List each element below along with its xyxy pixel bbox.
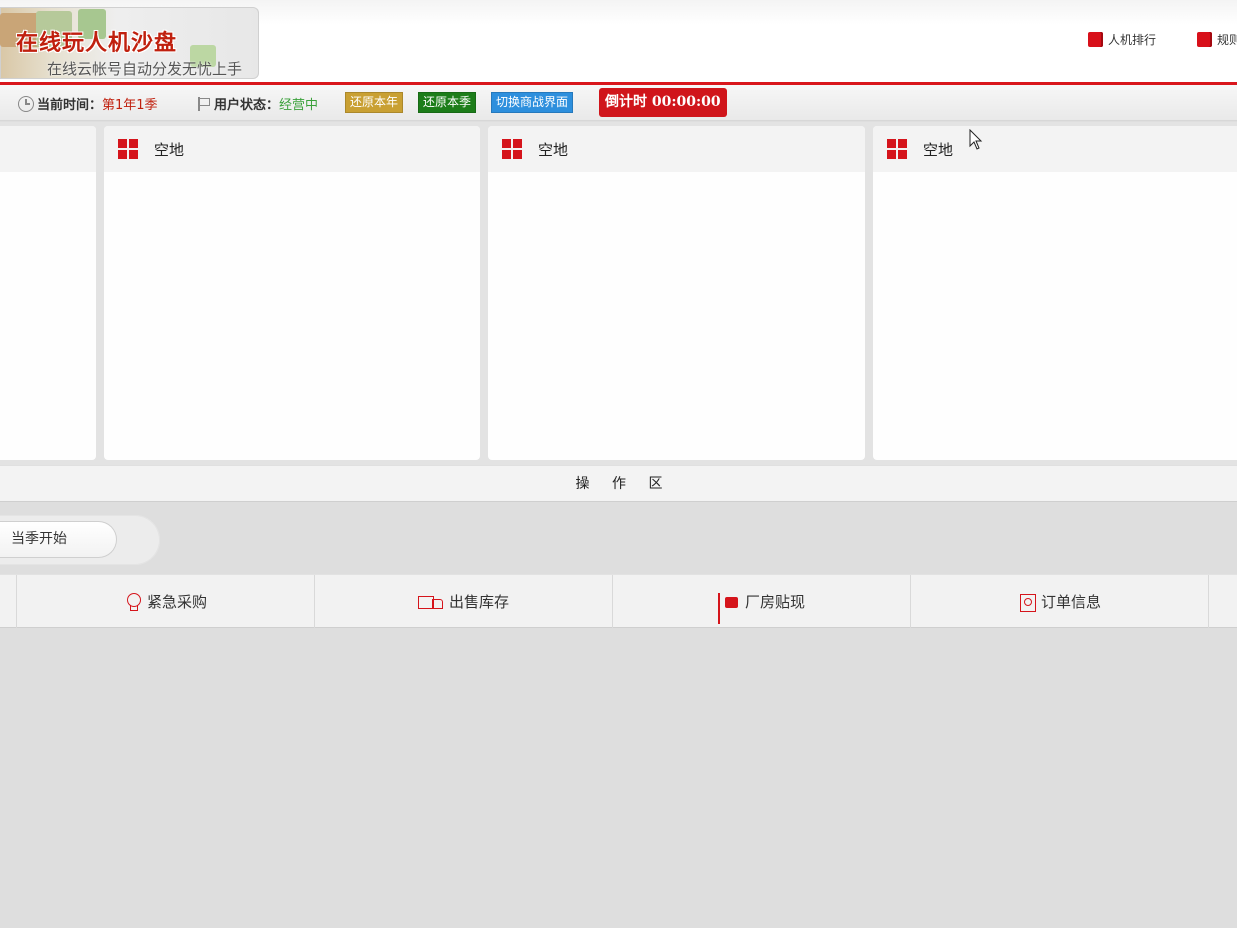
actions-bar: 紧急采购 出售库存 厂房贴现 订单信息	[0, 574, 1237, 628]
emergency-purchase-label: 紧急采购	[146, 593, 207, 611]
operation-area-title: 操 作 区	[0, 465, 1237, 502]
land-card[interactable]	[0, 126, 96, 460]
current-time-label: 当前时间：	[37, 98, 103, 113]
logo-subtitle: 在线云帐号自动分发无忧上手	[47, 60, 243, 78]
current-time-value: 第1年1季	[102, 98, 158, 113]
grid-icon	[887, 139, 907, 159]
rules-link-label: 规则	[1217, 32, 1237, 47]
land-card[interactable]: 空地	[488, 126, 865, 460]
land-card[interactable]: 空地	[104, 126, 480, 460]
ranking-link-label: 人机排行	[1108, 32, 1157, 47]
action-item[interactable]	[0, 575, 17, 628]
ranking-link[interactable]: 人机排行	[1088, 30, 1156, 48]
header: 在线玩人机沙盘 在线云帐号自动分发无忧上手 人机排行 规则	[0, 0, 1237, 82]
sell-inventory-label: 出售库存	[448, 593, 509, 611]
switch-battle-view-button[interactable]: 切换商战界面	[491, 92, 574, 113]
forklift-icon	[717, 592, 740, 611]
plant-discount-button[interactable]: 厂房贴现	[613, 575, 911, 628]
plant-discount-label: 厂房贴现	[744, 593, 805, 611]
app-root: 在线玩人机沙盘 在线云帐号自动分发无忧上手 人机排行 规则 当前时间： 第1年1…	[0, 0, 1237, 928]
order-info-label: 订单信息	[1040, 593, 1101, 611]
land-card-header: 空地	[873, 126, 1237, 172]
book-icon	[1197, 31, 1212, 47]
current-time: 当前时间： 第1年1季	[18, 94, 158, 113]
grid-icon	[118, 139, 138, 159]
rules-link[interactable]: 规则	[1197, 30, 1237, 48]
restore-year-button[interactable]: 还原本年	[345, 92, 404, 113]
land-card-title: 空地	[538, 140, 569, 159]
user-status-label: 用户状态：	[214, 98, 280, 113]
land-card-header: 空地	[104, 126, 480, 172]
land-card[interactable]: 空地	[873, 126, 1237, 460]
land-card-title: 空地	[154, 140, 185, 159]
logo-title: 在线玩人机沙盘	[16, 31, 178, 56]
land-card-title: 空地	[923, 140, 954, 159]
order-info-button[interactable]: 订单信息	[911, 575, 1209, 628]
land-cards: 空地 空地 空地	[0, 122, 1237, 465]
restore-season-button[interactable]: 还原本季	[418, 92, 477, 113]
emergency-purchase-button[interactable]: 紧急采购	[17, 575, 315, 628]
bulb-icon	[124, 592, 142, 611]
countdown-timer: 倒计时 00:00:00	[599, 88, 727, 117]
order-icon	[1018, 593, 1036, 612]
mouse-cursor-icon	[969, 129, 983, 150]
user-status: 用户状态： 经营中	[197, 94, 318, 113]
season-start-button[interactable]: 当季开始	[0, 521, 117, 558]
season-control: 当季开始	[0, 515, 160, 565]
land-card-header	[0, 126, 96, 172]
user-status-value: 经营中	[279, 98, 319, 113]
clock-icon	[18, 95, 34, 112]
book-icon	[1088, 31, 1103, 47]
flag-icon	[197, 96, 211, 112]
status-bar: 当前时间： 第1年1季 用户状态： 经营中 还原本年 还原本季 切换商战界面 倒…	[0, 85, 1237, 121]
land-card-header: 空地	[488, 126, 865, 172]
grid-icon	[502, 139, 522, 159]
logo[interactable]: 在线玩人机沙盘 在线云帐号自动分发无忧上手	[0, 7, 259, 79]
sell-inventory-button[interactable]: 出售库存	[315, 575, 613, 628]
truck-icon	[417, 593, 444, 611]
